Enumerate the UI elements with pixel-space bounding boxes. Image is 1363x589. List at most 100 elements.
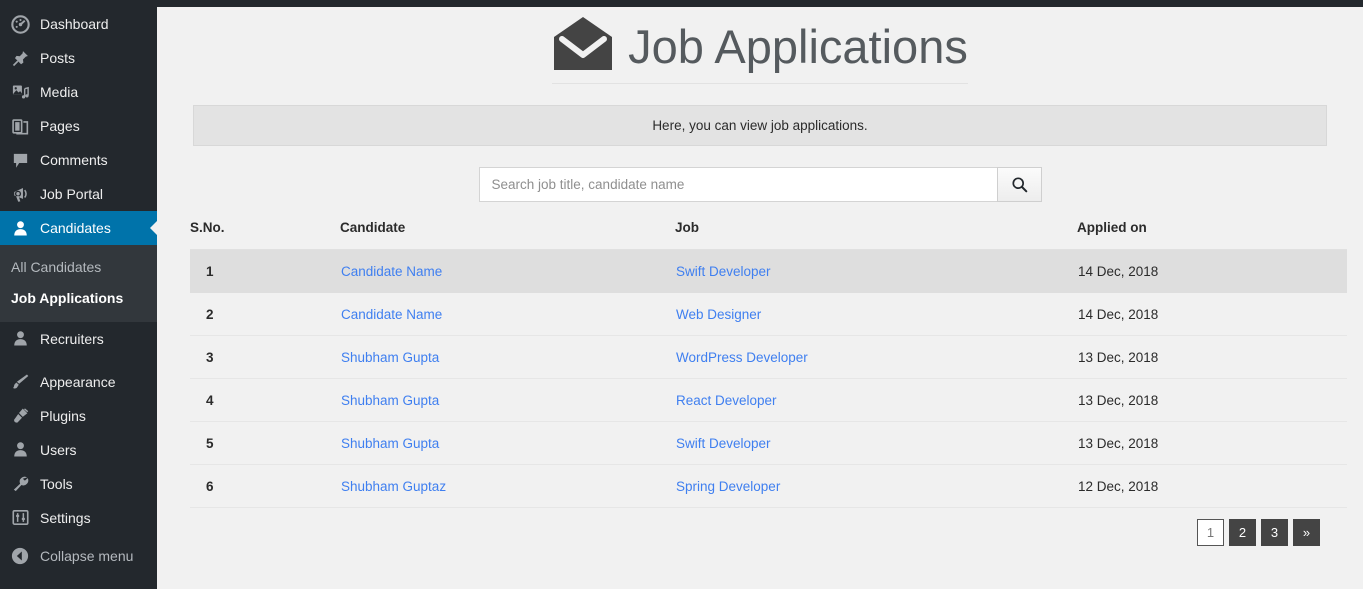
submenu-item-all-candidates[interactable]: All Candidates	[0, 252, 157, 283]
cell-sno: 4	[190, 378, 340, 422]
applications-table: S.No. Candidate Job Applied on 1 Candidat…	[190, 220, 1347, 508]
pagination-button-3[interactable]: 3	[1261, 519, 1288, 546]
page-title: Job Applications	[628, 19, 968, 73]
column-header-job: Job	[675, 220, 1077, 250]
job-link[interactable]: Web Designer	[676, 307, 761, 322]
table-row[interactable]: 5 Shubham Gupta Swift Developer 13 Dec, 201…	[190, 421, 1347, 465]
table-row[interactable]: 1 Candidate Name Swift Developer 14 Dec, 20…	[190, 249, 1347, 293]
page-title-wrap: Job Applications	[552, 15, 968, 84]
job-link[interactable]: Swift Developer	[676, 436, 771, 451]
sidebar-item-pages[interactable]: Pages	[0, 109, 157, 143]
job-link[interactable]: Spring Developer	[676, 479, 780, 494]
pagination: 1 2 3»	[190, 519, 1320, 546]
sidebar-item-label: Posts	[40, 50, 76, 66]
sidebar-item-label: Job Portal	[40, 186, 104, 202]
sidebar-item-label: Candidates	[40, 220, 111, 236]
column-header-candidate: Candidate	[340, 220, 675, 250]
sidebar-item-posts[interactable]: Posts	[0, 41, 157, 75]
sidebar-item-comments[interactable]: Comments	[0, 143, 157, 177]
user-icon	[9, 218, 31, 238]
cell-applied-on: 14 Dec, 2018	[1077, 292, 1347, 336]
admin-bar	[0, 0, 1363, 7]
sidebar-item-candidates[interactable]: Candidates	[0, 211, 158, 245]
cell-sno: 2	[190, 292, 340, 336]
sidebar-item-label: Media	[40, 84, 79, 100]
search-button[interactable]	[996, 167, 1042, 202]
sidebar-menu-bottom: Appearance Plugins Users Tools Settings	[0, 365, 157, 535]
plug-icon	[9, 406, 31, 426]
info-notice-text: Here, you can view job applications.	[652, 118, 868, 133]
dashboard-icon	[9, 14, 31, 34]
candidate-link[interactable]: Shubham Guptaz	[341, 479, 446, 494]
table-head: S.No. Candidate Job Applied on	[190, 220, 1347, 250]
table-row[interactable]: 4 Shubham Gupta React Developer 13 Dec, 201…	[190, 378, 1347, 422]
sidebar-submenu-candidates: All Candidates Job Applications	[0, 245, 157, 322]
candidate-link[interactable]: Shubham Gupta	[341, 350, 439, 365]
collapse-menu-button[interactable]: Collapse menu	[0, 539, 157, 573]
table-row[interactable]: 2 Candidate Name Web Designer 14 Dec, 2018	[190, 292, 1347, 336]
sidebar-item-media[interactable]: Media	[0, 75, 157, 109]
sidebar-item-label: Settings	[40, 509, 91, 526]
pagination-button-2[interactable]: 2	[1229, 519, 1256, 546]
sidebar-menu-mid: Recruiters	[0, 322, 157, 356]
sidebar-item-dashboard[interactable]: Dashboard	[0, 7, 157, 41]
pagination-button-next[interactable]: »	[1293, 519, 1320, 546]
job-link[interactable]: React Developer	[676, 393, 777, 408]
table-row[interactable]: 3 Shubham Gupta WordPress Developer 13 Dec,…	[190, 335, 1347, 379]
cell-sno: 3	[190, 335, 340, 379]
collapse-menu-label: Collapse menu	[40, 547, 134, 564]
cell-sno: 1	[190, 249, 340, 293]
job-link[interactable]: WordPress Developer	[676, 350, 808, 365]
sidebar-item-plugins[interactable]: Plugins	[0, 399, 157, 433]
sidebar-item-label: Tools	[40, 475, 73, 492]
sidebar-item-label: Dashboard	[40, 16, 109, 32]
pagination-button-1[interactable]: 1	[1197, 519, 1224, 546]
cell-job: Swift Developer	[675, 421, 1077, 465]
candidate-link[interactable]: Candidate Name	[341, 307, 442, 322]
sidebar-item-job-portal[interactable]: Job Portal	[0, 177, 157, 211]
submenu-item-job-applications[interactable]: Job Applications	[0, 283, 157, 314]
admin-sidebar: Dashboard Posts Media Pages Comments Job Port…	[0, 0, 158, 589]
cell-candidate: Candidate Name	[340, 292, 675, 336]
cell-sno: 5	[190, 421, 340, 465]
cell-applied-on: 12 Dec, 2018	[1077, 464, 1347, 508]
cell-job: Swift Developer	[675, 249, 1077, 293]
sliders-icon	[9, 508, 31, 528]
sidebar-item-recruiters[interactable]: Recruiters	[0, 322, 157, 356]
column-header-applied-on: Applied on	[1077, 220, 1347, 250]
search-input[interactable]	[478, 167, 998, 202]
cell-sno: 6	[190, 464, 340, 508]
job-link[interactable]: Swift Developer	[676, 264, 771, 279]
sidebar-item-settings[interactable]: Settings	[0, 501, 157, 535]
search-row	[157, 167, 1363, 202]
cell-candidate: Shubham Guptaz	[340, 464, 675, 508]
cell-job: Web Designer	[675, 292, 1077, 336]
applications-table-wrap: S.No. Candidate Job Applied on 1 Candidat…	[190, 220, 1347, 546]
cell-candidate: Candidate Name	[340, 249, 675, 293]
search-icon	[1011, 176, 1028, 193]
candidate-link[interactable]: Shubham Gupta	[341, 393, 439, 408]
sidebar-item-label: Appearance	[40, 373, 116, 390]
open-envelope-icon	[552, 15, 614, 77]
table-header-row: S.No. Candidate Job Applied on	[190, 220, 1347, 250]
cell-applied-on: 13 Dec, 2018	[1077, 421, 1347, 465]
candidate-link[interactable]: Shubham Gupta	[341, 436, 439, 451]
pages-icon	[9, 116, 31, 136]
sidebar-item-appearance[interactable]: Appearance	[0, 365, 157, 399]
sidebar-item-label: Comments	[40, 152, 108, 168]
cell-job: WordPress Developer	[675, 335, 1077, 379]
sidebar-item-tools[interactable]: Tools	[0, 467, 157, 501]
cell-applied-on: 13 Dec, 2018	[1077, 378, 1347, 422]
cell-candidate: Shubham Gupta	[340, 335, 675, 379]
candidate-link[interactable]: Candidate Name	[341, 264, 442, 279]
sidebar-item-label: Recruiters	[40, 330, 104, 347]
cell-candidate: Shubham Gupta	[340, 378, 675, 422]
info-notice: Here, you can view job applications.	[193, 105, 1327, 146]
main-content: Job Applications Here, you can view job …	[157, 7, 1363, 589]
cell-job: React Developer	[675, 378, 1077, 422]
sidebar-divider	[0, 356, 157, 365]
sidebar-menu-top: Dashboard Posts Media Pages Comments Job Port…	[0, 7, 158, 245]
table-row[interactable]: 6 Shubham Guptaz Spring Developer 12 Dec, 2…	[190, 464, 1347, 508]
sidebar-item-users[interactable]: Users	[0, 433, 157, 467]
cell-job: Spring Developer	[675, 464, 1077, 508]
